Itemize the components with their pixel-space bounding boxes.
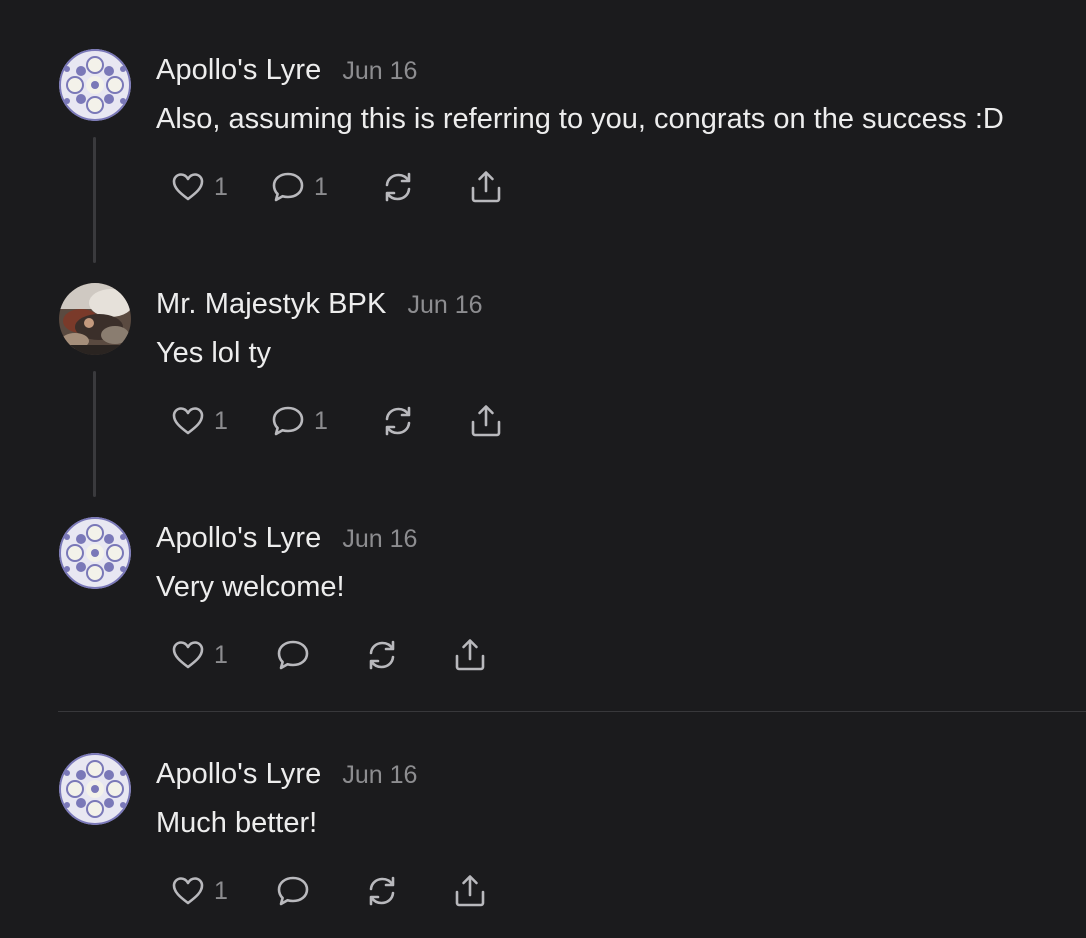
share-button[interactable] xyxy=(468,403,504,439)
restack-icon xyxy=(369,640,395,670)
reply-button[interactable] xyxy=(275,873,311,909)
restack-button[interactable] xyxy=(380,403,416,439)
comment-actions: 1 xyxy=(170,637,590,673)
share-icon xyxy=(455,639,485,671)
comment-text: Very welcome! xyxy=(156,571,345,603)
comment-bubble-icon xyxy=(277,640,309,670)
comment-actions: 1 1 xyxy=(170,403,590,439)
comment-actions: 1 1 xyxy=(170,169,590,205)
comment-author[interactable]: Apollo's Lyre xyxy=(156,758,321,791)
comment-bubble-icon xyxy=(272,406,304,436)
comment-date[interactable]: Jun 16 xyxy=(342,761,417,790)
comment-author[interactable]: Apollo's Lyre xyxy=(156,54,321,87)
restack-icon xyxy=(385,406,411,436)
heart-icon xyxy=(172,407,204,435)
like-count: 1 xyxy=(214,406,228,435)
comment-actions: 1 xyxy=(170,873,590,909)
share-button[interactable] xyxy=(468,169,504,205)
heart-icon xyxy=(172,877,204,905)
restack-icon xyxy=(385,172,411,202)
avatar[interactable] xyxy=(59,283,131,355)
comment-text: Also, assuming this is referring to you,… xyxy=(156,103,1004,135)
comment-author[interactable]: Mr. Majestyk BPK xyxy=(156,288,386,321)
comment: Apollo's Lyre Jun 16 Very welcome! 1 xyxy=(0,517,1086,717)
fractal-avatar-image xyxy=(59,753,131,825)
like-button[interactable]: 1 xyxy=(170,637,228,673)
heart-icon xyxy=(172,173,204,201)
heart-icon xyxy=(172,641,204,669)
share-icon xyxy=(471,171,501,203)
comment-bubble-icon xyxy=(272,172,304,202)
photo-avatar-image xyxy=(59,283,131,355)
avatar[interactable] xyxy=(59,517,131,589)
comment-date[interactable]: Jun 16 xyxy=(342,57,417,86)
reply-button[interactable]: 1 xyxy=(270,169,328,205)
restack-icon xyxy=(369,876,395,906)
comment-bubble-icon xyxy=(277,876,309,906)
like-count: 1 xyxy=(214,640,228,669)
comment-date[interactable]: Jun 16 xyxy=(342,525,417,554)
like-button[interactable]: 1 xyxy=(170,169,228,205)
avatar[interactable] xyxy=(59,753,131,825)
fractal-avatar-image xyxy=(59,517,131,589)
restack-button[interactable] xyxy=(364,873,400,909)
reply-count: 1 xyxy=(314,172,328,201)
like-count: 1 xyxy=(214,172,228,201)
comment-date[interactable]: Jun 16 xyxy=(407,291,482,320)
comment: Mr. Majestyk BPK Jun 16 Yes lol ty 1 1 xyxy=(0,283,1086,483)
share-button[interactable] xyxy=(452,637,488,673)
reply-count: 1 xyxy=(314,406,328,435)
comment-text: Yes lol ty xyxy=(156,337,271,369)
comment-text: Much better! xyxy=(156,807,318,839)
comment: Apollo's Lyre Jun 16 Much better! 1 xyxy=(0,753,1086,938)
reply-button[interactable]: 1 xyxy=(270,403,328,439)
like-button[interactable]: 1 xyxy=(170,873,228,909)
like-count: 1 xyxy=(214,876,228,905)
restack-button[interactable] xyxy=(380,169,416,205)
avatar[interactable] xyxy=(59,49,131,121)
like-button[interactable]: 1 xyxy=(170,403,228,439)
comment: Apollo's Lyre Jun 16 Also, assuming this… xyxy=(0,49,1086,249)
reply-button[interactable] xyxy=(275,637,311,673)
comment-author[interactable]: Apollo's Lyre xyxy=(156,522,321,555)
share-icon xyxy=(455,875,485,907)
fractal-avatar-image xyxy=(59,49,131,121)
restack-button[interactable] xyxy=(364,637,400,673)
share-button[interactable] xyxy=(452,873,488,909)
share-icon xyxy=(471,405,501,437)
